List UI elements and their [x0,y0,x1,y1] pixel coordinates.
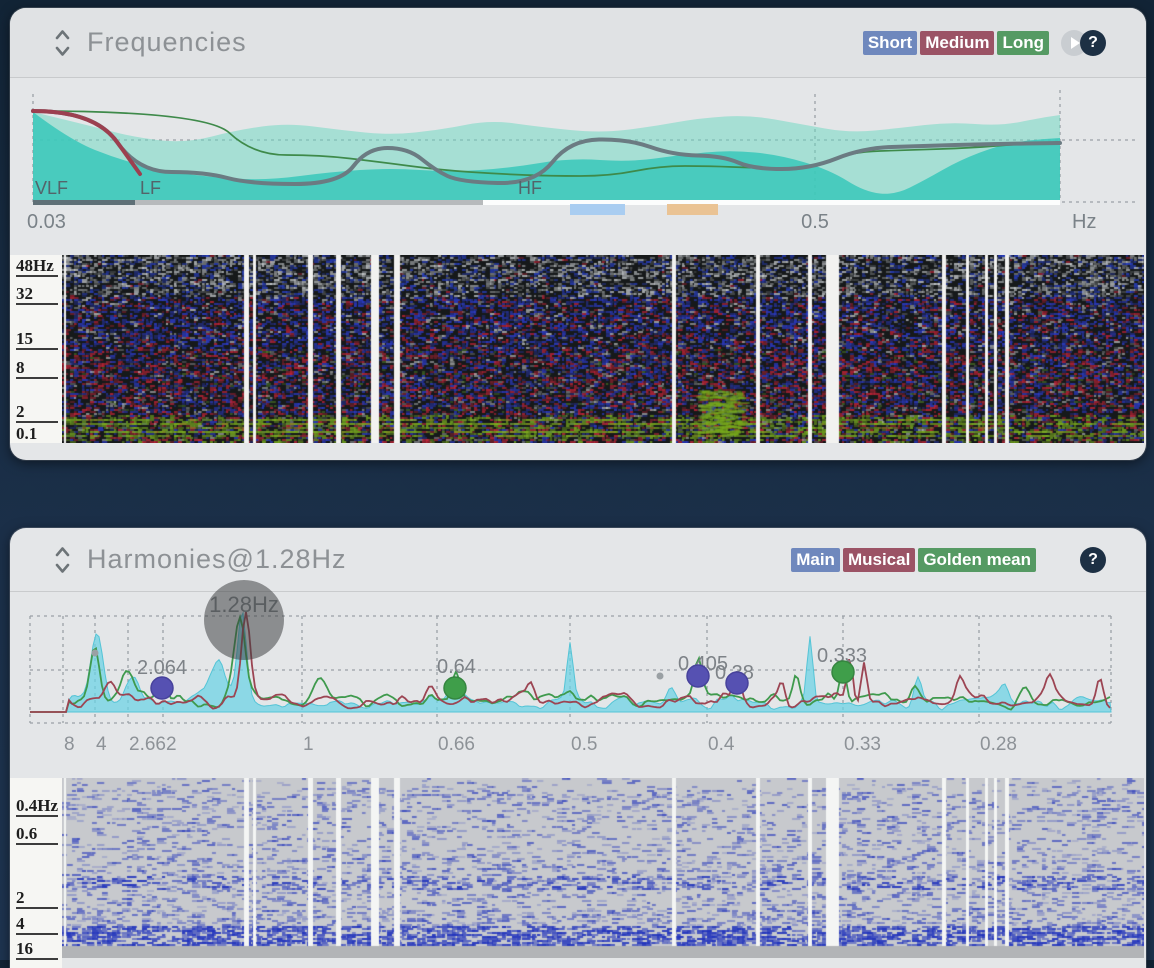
frequencies-spectrogram: 48Hz 32 15 8 2 0.1 [10,255,1146,443]
harmonies-spectrogram-canvas [62,778,1144,958]
frequencies-title: Frequencies [87,27,247,58]
x-tick-8: 8 [64,734,75,755]
axis-label-8: 8 [16,358,58,379]
x-tick-2662: 2.662 [129,734,177,755]
minor-peak-dot [92,650,99,657]
orange-range-chip[interactable] [667,204,718,215]
x-tick-1: 1 [303,734,314,755]
legend-badge-main[interactable]: Main [791,548,840,572]
axis-label-2: 2 [16,402,58,423]
legend-badge-long[interactable]: Long [997,31,1049,55]
x-tick-05: 0.5 [801,211,829,233]
frequencies-spectrogram-canvas [62,255,1144,443]
x-tick-028: 0.28 [980,734,1017,755]
band-strip [33,200,1060,215]
play-icon [1071,37,1080,49]
legend-badge-short[interactable]: Short [863,31,917,55]
band-label-vlf: VLF [35,178,68,198]
harmonies-title: Harmonies@1.28Hz [87,544,347,575]
peak-marker-main-2064[interactable] [151,677,173,699]
collapse-expand-icon[interactable] [54,28,71,58]
x-tick-05: 0.5 [571,734,597,755]
frequencies-legend: Short Medium Long ? [860,30,1106,56]
axis-label-48hz: 48Hz [16,256,58,277]
selected-peak-label: 1.28Hz [209,592,279,617]
harmonies-spectrogram: 0.4Hz 0.6 2 4 16 [10,778,1146,968]
peak-label-064: 0.64 [437,656,476,678]
peak-marker-main-0405[interactable] [687,665,709,687]
axis-label-15: 15 [16,329,58,350]
help-button[interactable]: ? [1080,547,1106,573]
harmonies-panel: Harmonies@1.28Hz Main Musical Golden mea… [10,528,1146,968]
axis-label-32: 32 [16,284,58,305]
peak-label-2064: 2.064 [137,657,187,679]
axis-label-4: 4 [16,914,58,935]
help-button[interactable]: ? [1080,30,1106,56]
x-tick-04: 0.4 [708,734,735,755]
peak-marker-golden-0333[interactable] [832,661,854,683]
collapse-expand-icon[interactable] [54,545,71,575]
harmonies-chart: 1.28Hz 2.064 0.64 0.405 0.38 0.333 8 4 2… [10,578,1146,778]
frequencies-chart: VLF LF HF 0.03 0.5 Hz [10,80,1146,248]
band-label-hf: HF [518,178,542,198]
x-tick-4: 4 [96,734,107,755]
x-tick-066: 0.66 [438,734,475,755]
axis-label-01: 0.1 [16,424,58,443]
harmonies-legend: Main Musical Golden mean ? [788,547,1106,573]
minor-peak-dot [657,673,664,680]
x-axis-unit: Hz [1072,211,1096,233]
legend-badge-musical[interactable]: Musical [843,548,915,572]
axis-label-2: 2 [16,888,58,909]
axis-label-04hz: 0.4Hz [16,796,58,817]
axis-label-16: 16 [16,939,58,960]
peak-marker-golden-064[interactable] [444,677,466,699]
x-tick-003: 0.03 [27,211,66,233]
legend-badge-golden-mean[interactable]: Golden mean [918,548,1036,572]
frequencies-panel: Frequencies Short Medium Long ? [10,8,1146,460]
harmonies-spectrogram-axis: 0.4Hz 0.6 2 4 16 [10,778,62,968]
axis-label-06: 0.6 [16,824,58,845]
band-label-lf: LF [140,178,161,198]
blue-range-chip[interactable] [570,204,625,215]
legend-badge-medium[interactable]: Medium [920,31,994,55]
frequencies-header: Frequencies Short Medium Long ? [10,8,1146,78]
frequencies-spectrogram-axis: 48Hz 32 15 8 2 0.1 [10,255,62,443]
x-tick-033: 0.33 [844,734,881,755]
peak-marker-main-038[interactable] [726,672,748,694]
